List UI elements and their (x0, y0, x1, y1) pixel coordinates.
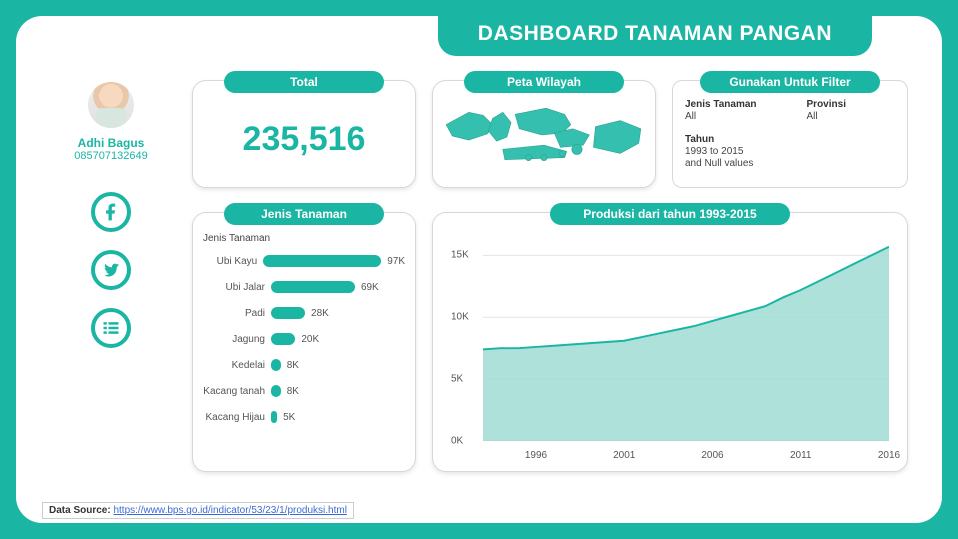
filter-jenis-label: Jenis Tanaman (685, 99, 757, 110)
jenis-chart-body: Jenis Tanaman Ubi Kayu 97K Ubi Jalar 69K Pad… (203, 233, 405, 463)
filter-tahun-value[interactable]: 1993 to 2015 (685, 146, 895, 157)
map-icon (441, 95, 647, 179)
creator-name: Adhi Bagus (78, 136, 145, 150)
jenis-chart-card: Jenis Tanaman Jenis Tanaman Ubi Kayu 97K U… (192, 212, 416, 472)
bar-label: Ubi Jalar (203, 282, 271, 293)
total-value: 235,516 (193, 81, 415, 187)
bar-label: Kacang tanah (203, 386, 271, 397)
x-tick-label: 2001 (613, 450, 635, 461)
page-title: DASHBOARD TANAMAN PANGAN (438, 14, 872, 56)
bar-value: 69K (361, 282, 379, 293)
dashboard-frame: DASHBOARD TANAMAN PANGAN Adhi Bagus 0857… (16, 16, 942, 523)
produksi-label: Produksi dari tahun 1993-2015 (550, 203, 790, 225)
y-tick-label: 5K (451, 374, 463, 385)
bar-row[interactable]: Jagung 20K (203, 326, 405, 352)
data-source: Data Source: https://www.bps.go.id/indic… (42, 502, 354, 519)
bar-row[interactable]: Ubi Jalar 69K (203, 274, 405, 300)
bar-fill (271, 359, 281, 371)
bar-fill (271, 411, 277, 423)
jenis-subtitle: Jenis Tanaman (203, 233, 405, 244)
bar-label: Kedelai (203, 360, 271, 371)
filter-body: Jenis Tanaman All Provinsi All Tahun 199… (685, 99, 895, 179)
bar-row[interactable]: Ubi Kayu 97K (203, 248, 405, 274)
produksi-chart-body: 0K5K10K15K19962001200620112016 (445, 235, 895, 463)
x-tick-label: 1996 (525, 450, 547, 461)
jenis-label: Jenis Tanaman (224, 203, 384, 225)
bar-row[interactable]: Padi 28K (203, 300, 405, 326)
x-tick-label: 2016 (878, 450, 900, 461)
total-card: Total 235,516 (192, 80, 416, 188)
filter-tahun-value2: and Null values (685, 158, 895, 169)
list-icon (101, 318, 121, 338)
bar-track: 97K (263, 255, 405, 267)
bar-value: 97K (387, 256, 405, 267)
bar-label: Padi (203, 308, 271, 319)
bar-track: 69K (271, 281, 405, 293)
filter-jenis-value[interactable]: All (685, 111, 757, 122)
filter-tahun-label: Tahun (685, 134, 895, 145)
map-card[interactable]: Peta Wilayah (432, 80, 656, 188)
bar-track: 8K (271, 385, 405, 397)
data-source-link[interactable]: https://www.bps.go.id/indicator/53/23/1/… (113, 505, 346, 516)
y-tick-label: 10K (451, 312, 469, 323)
bar-row[interactable]: Kacang Hijau 5K (203, 404, 405, 430)
filter-prov-label: Provinsi (807, 99, 846, 110)
bar-label: Jagung (203, 334, 271, 345)
social-list (91, 192, 131, 348)
bar-row[interactable]: Kacang tanah 8K (203, 378, 405, 404)
list-button[interactable] (91, 308, 131, 348)
bar-label: Kacang Hijau (203, 412, 271, 423)
bar-fill (271, 385, 281, 397)
bar-value: 28K (311, 308, 329, 319)
x-tick-label: 2006 (701, 450, 723, 461)
filter-label: Gunakan Untuk Filter (700, 71, 880, 93)
avatar (88, 82, 134, 128)
bar-fill (271, 333, 295, 345)
bar-track: 8K (271, 359, 405, 371)
bar-label: Ubi Kayu (203, 256, 263, 267)
twitter-icon (101, 260, 121, 280)
data-source-prefix: Data Source: (49, 505, 113, 516)
bar-track: 20K (271, 333, 405, 345)
filter-prov-value[interactable]: All (807, 111, 846, 122)
bar-fill (271, 281, 355, 293)
area-chart (483, 243, 889, 441)
x-tick-label: 2011 (790, 450, 812, 461)
bar-track: 5K (271, 411, 405, 423)
bar-value: 8K (287, 360, 299, 371)
produksi-chart-card: Produksi dari tahun 1993-2015 0K5K10K15K… (432, 212, 908, 472)
bar-value: 20K (301, 334, 319, 345)
twitter-button[interactable] (91, 250, 131, 290)
bar-fill (271, 307, 305, 319)
filter-card[interactable]: Gunakan Untuk Filter Jenis Tanaman All P… (672, 80, 908, 188)
facebook-button[interactable] (91, 192, 131, 232)
bar-fill (263, 255, 381, 267)
bar-track: 28K (271, 307, 405, 319)
map-label: Peta Wilayah (464, 71, 624, 93)
indonesia-map (441, 95, 647, 179)
facebook-icon (101, 202, 121, 222)
bar-value: 8K (287, 386, 299, 397)
bar-value: 5K (283, 412, 295, 423)
y-tick-label: 0K (451, 436, 463, 447)
creator-panel: Adhi Bagus 085707132649 (56, 82, 166, 348)
bar-row[interactable]: Kedelai 8K (203, 352, 405, 378)
y-tick-label: 15K (451, 250, 469, 261)
creator-phone: 085707132649 (74, 150, 147, 162)
